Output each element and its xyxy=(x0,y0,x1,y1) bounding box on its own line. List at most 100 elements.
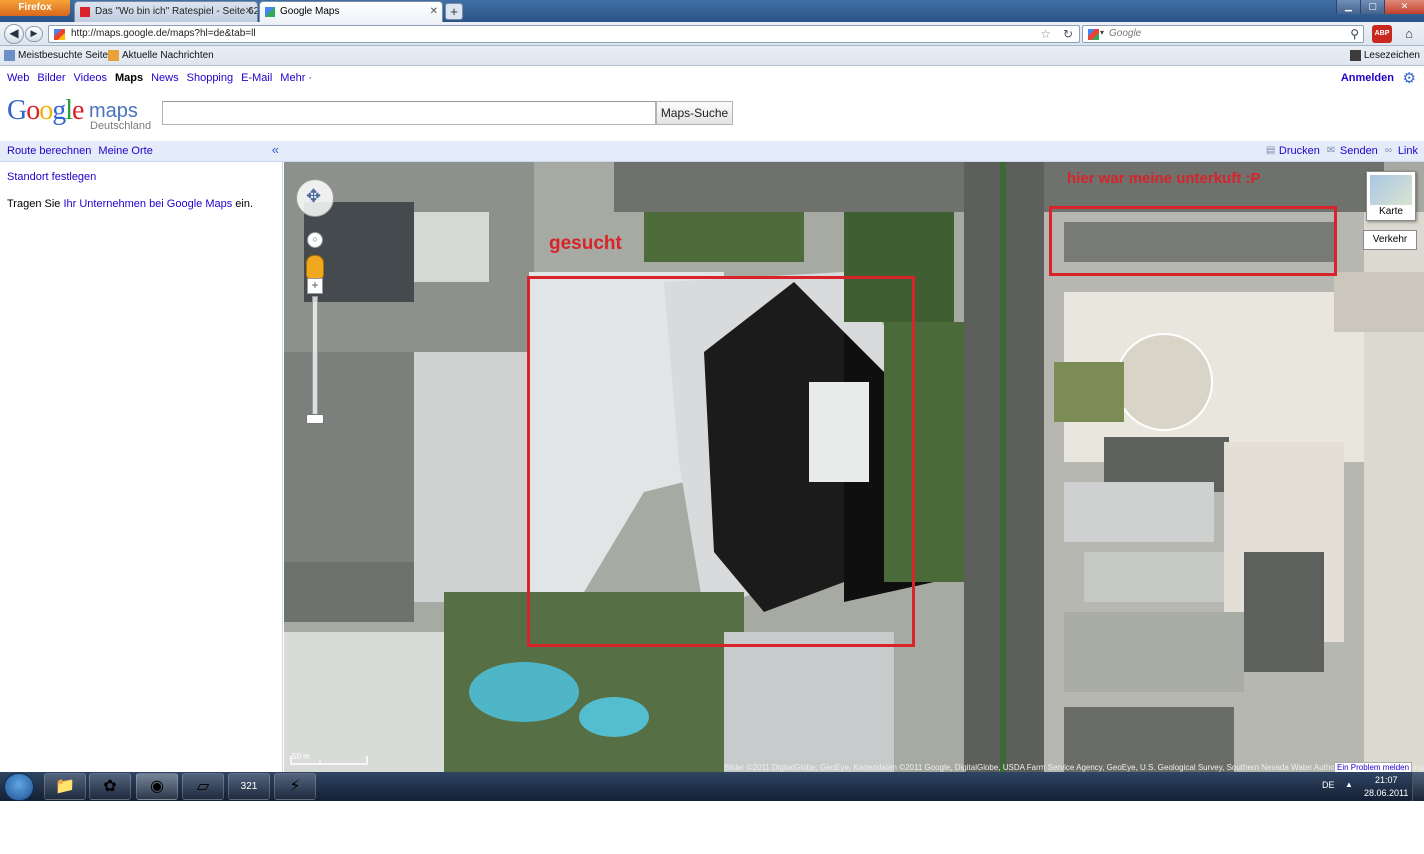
print-link[interactable]: ▤ Drucken xyxy=(1266,145,1320,157)
satellite-map[interactable]: ✥ ○ + Karte Verkehr gesucht hier war mei… xyxy=(284,162,1424,772)
window-controls: ▁ ▢ ✕ xyxy=(1336,0,1424,14)
gear-icon[interactable]: ⚙ xyxy=(1403,69,1416,87)
send-link[interactable]: ✉ Senden xyxy=(1327,145,1378,157)
google-bar: Web Bilder Videos Maps News Shopping E-M… xyxy=(0,67,1424,89)
logo-google-text: Google xyxy=(7,95,84,126)
new-tab-button[interactable]: + xyxy=(445,3,463,20)
tab-ratespiel[interactable]: Das "Wo bin ich" Ratespiel - Seite 62 ..… xyxy=(74,1,258,22)
bookmarks-menu-button[interactable]: Lesezeichen xyxy=(1349,50,1420,61)
google-engine-icon[interactable] xyxy=(1088,29,1099,40)
my-places-link[interactable]: Meine Orte xyxy=(98,145,152,157)
report-problem-link[interactable]: Ein Problem melden xyxy=(1334,762,1413,772)
firefox-icon[interactable]: ◉ xyxy=(136,773,178,800)
firefox-menu-button[interactable]: Firefox xyxy=(0,0,70,16)
explorer-folder-icon[interactable]: 📁 xyxy=(44,773,86,800)
google-products-nav: Web Bilder Videos Maps News Shopping E-M… xyxy=(7,72,312,84)
pan-control[interactable]: ✥ xyxy=(296,179,334,217)
rotate-reset-icon[interactable]: ○ xyxy=(307,232,323,248)
collapse-panel-icon[interactable]: « xyxy=(272,142,279,157)
link-label: Link xyxy=(1397,145,1418,157)
envelope-icon: ✉ xyxy=(1326,145,1336,156)
forward-arrow-icon[interactable]: ▶ xyxy=(25,26,43,42)
bookmarks-toolbar: Meistbesuchte Seiten Aktuelle Nachrichte… xyxy=(0,46,1424,66)
traffic-button[interactable]: Verkehr xyxy=(1363,230,1417,250)
search-icon[interactable]: ⚲ xyxy=(1350,27,1359,41)
street-view-pegman-icon[interactable] xyxy=(306,255,324,279)
map-header: ▤ Drucken ✉ Senden ∞ Link xyxy=(283,141,1424,162)
map-thumbnail-icon xyxy=(1370,175,1412,205)
maximize-icon[interactable]: ▢ xyxy=(1360,0,1384,14)
map-type-button[interactable]: Karte xyxy=(1366,171,1416,221)
calendar-icon[interactable]: 321 xyxy=(228,773,270,800)
reload-icon[interactable]: ↻ xyxy=(1063,27,1073,41)
link-link[interactable]: ∞ Link xyxy=(1385,145,1418,157)
rss-folder-icon xyxy=(108,50,119,61)
business-listing-text: Tragen Sie Ihr Unternehmen bei Google Ma… xyxy=(7,198,253,210)
lodging-annotation-box xyxy=(1049,206,1337,276)
tray-chevron-up-icon[interactable]: ▲ xyxy=(1345,780,1353,789)
google-maps-logo[interactable]: Google maps Deutschland xyxy=(7,95,157,135)
gbar-web[interactable]: Web xyxy=(7,72,29,84)
map-scale: 50 m xyxy=(290,752,368,766)
language-indicator[interactable]: DE xyxy=(1322,780,1335,790)
tab-google-maps[interactable]: Google Maps ✕ xyxy=(259,1,443,22)
lodging-annotation-label: hier war meine unterkuft :P xyxy=(1067,170,1261,187)
media-app-icon[interactable]: ⚡ xyxy=(274,773,316,800)
maps-search-button[interactable]: Maps-Suche xyxy=(656,101,733,125)
searched-annotation-box xyxy=(527,276,915,647)
gbar-news[interactable]: News xyxy=(151,72,179,84)
bookmark-most-visited[interactable]: Meistbesuchte Seiten xyxy=(4,50,114,61)
zoom-slider-track[interactable] xyxy=(312,296,318,424)
url-text: http://maps.google.de/maps?hl=de&tab=ll xyxy=(71,28,256,39)
left-panel: Standort festlegen Tragen Sie Ihr Untern… xyxy=(0,162,283,772)
search-bar[interactable]: ▾ Google ⚲ xyxy=(1082,25,1364,43)
close-tab-icon[interactable]: ✕ xyxy=(430,2,438,22)
clock-date[interactable]: 28.06.2011 xyxy=(1364,788,1408,798)
url-bar[interactable]: http://maps.google.de/maps?hl=de&tab=ll … xyxy=(48,25,1080,43)
map-actions: ▤ Drucken ✉ Senden ∞ Link xyxy=(1266,145,1418,157)
notes-icon[interactable]: ▱ xyxy=(182,773,224,800)
back-arrow-icon[interactable]: ◀ xyxy=(4,24,24,44)
chevron-down-icon[interactable]: ▾ xyxy=(1100,28,1104,37)
minimize-icon[interactable]: ▁ xyxy=(1336,0,1360,14)
show-desktop-button[interactable] xyxy=(1412,772,1424,801)
zoom-slider-thumb[interactable] xyxy=(306,414,324,424)
forum-favicon-icon xyxy=(80,7,90,17)
tab-title: Google Maps xyxy=(280,6,340,17)
bookmarks-folder-icon xyxy=(4,50,15,61)
business-prefix: Tragen Sie xyxy=(7,198,64,210)
gbar-more[interactable]: Mehr · xyxy=(280,72,312,84)
sign-in-link[interactable]: Anmelden xyxy=(1341,72,1394,84)
adblock-plus-icon[interactable]: ABP xyxy=(1372,25,1392,43)
google-maps-favicon-icon xyxy=(265,7,275,17)
pan-hand-icon: ✥ xyxy=(306,186,322,206)
business-listing-link[interactable]: Ihr Unternehmen bei Google Maps xyxy=(63,198,232,210)
chain-link-icon: ∞ xyxy=(1384,145,1392,156)
zoom-in-button[interactable]: + xyxy=(307,278,323,294)
gbar-bilder[interactable]: Bilder xyxy=(37,72,65,84)
gbar-shopping[interactable]: Shopping xyxy=(187,72,234,84)
bookmark-label: Meistbesuchte Seiten xyxy=(18,50,114,61)
bookmark-label: Aktuelle Nachrichten xyxy=(122,50,214,61)
printer-icon: ▤ xyxy=(1265,145,1276,156)
windows-start-button[interactable] xyxy=(4,773,34,801)
map-copyright: Bilder ©2011 DigitalGlobe, GeoEye, Karte… xyxy=(724,763,1424,772)
scale-label: 50 m xyxy=(292,752,310,761)
logo-country-text: Deutschland xyxy=(90,120,152,132)
clock-time[interactable]: 21:07 xyxy=(1375,775,1398,785)
print-label: Drucken xyxy=(1278,145,1320,157)
bookmark-label: Lesezeichen xyxy=(1363,50,1420,61)
gbar-videos[interactable]: Videos xyxy=(74,72,107,84)
icq-flower-icon[interactable]: ✿ xyxy=(89,773,131,800)
bookmark-star-icon[interactable]: ☆ xyxy=(1040,27,1051,41)
set-location-link[interactable]: Standort festlegen xyxy=(7,171,96,183)
gbar-email[interactable]: E-Mail xyxy=(241,72,272,84)
close-window-icon[interactable]: ✕ xyxy=(1384,0,1424,14)
tab-title: Das "Wo bin ich" Ratespiel - Seite 62 ..… xyxy=(95,6,258,17)
searched-annotation-label: gesucht xyxy=(549,233,622,254)
route-link[interactable]: Route berechnen xyxy=(7,145,91,157)
maps-search-input[interactable] xyxy=(162,101,656,125)
close-tab-icon[interactable]: ✕ xyxy=(245,2,253,22)
home-icon[interactable]: ⌂ xyxy=(1398,25,1420,43)
bookmark-news[interactable]: Aktuelle Nachrichten xyxy=(108,50,214,61)
